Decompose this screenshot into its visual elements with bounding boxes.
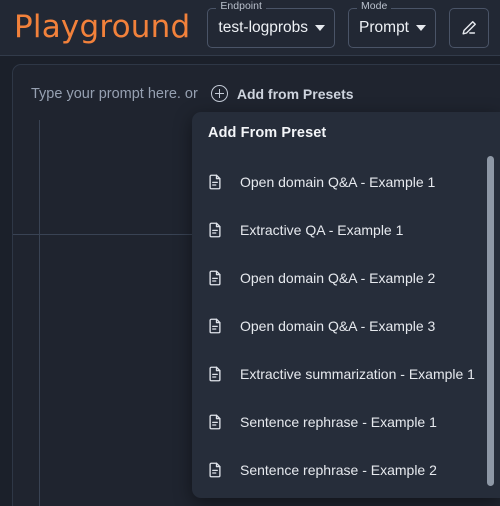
preset-menu-item[interactable]: Open domain Q&A - Example 2 xyxy=(192,254,500,302)
document-icon xyxy=(206,461,224,479)
add-from-presets-label: Add from Presets xyxy=(236,85,354,102)
add-from-presets-button[interactable]: Add from Presets xyxy=(210,85,354,102)
preset-menu-item-label: Open domain Q&A - Example 3 xyxy=(240,318,436,334)
document-icon xyxy=(206,365,224,383)
preset-menu-list: Open domain Q&A - Example 1 Extractive Q… xyxy=(192,154,500,498)
preset-menu-item[interactable]: Extractive summarization - Example 1 xyxy=(192,350,500,398)
endpoint-select[interactable]: Endpoint test-logprobs xyxy=(207,0,336,48)
document-icon xyxy=(206,317,224,335)
mode-select-value: Prompt xyxy=(359,18,409,36)
preset-menu-item-label: Extractive summarization - Example 1 xyxy=(240,366,475,382)
preset-menu-item[interactable]: Sentence rephrase - Example 1 xyxy=(192,398,500,446)
prompt-placeholder-row: Type your prompt here. or Add from Prese… xyxy=(31,85,354,102)
prompt-placeholder-text: Type your prompt here. or xyxy=(31,85,198,102)
preset-menu-item[interactable]: Sentence rephrase - Example 2 xyxy=(192,446,500,494)
endpoint-select-value: test-logprobs xyxy=(218,18,309,36)
mode-select-label: Mode xyxy=(357,0,392,11)
preset-menu-item-label: Open domain Q&A - Example 1 xyxy=(240,174,436,190)
page-title: Playground xyxy=(14,9,191,45)
chevron-down-icon xyxy=(416,24,426,31)
preset-menu-item-label: Sentence rephrase - Example 1 xyxy=(240,414,437,430)
pencil-edit-icon xyxy=(459,18,479,38)
preset-menu-item[interactable]: Open domain Q&A - Example 1 xyxy=(192,158,500,206)
app-header: Playground Endpoint test-logprobs Mode P… xyxy=(0,0,500,56)
preset-menu-scrollbar-thumb[interactable] xyxy=(487,156,494,486)
preset-menu-title: Add From Preset xyxy=(208,125,327,141)
document-icon xyxy=(206,269,224,287)
editor-gutter-rail xyxy=(39,120,40,506)
document-icon xyxy=(206,221,224,239)
endpoint-select-label: Endpoint xyxy=(216,0,266,11)
preset-menu-item[interactable]: Extractive QA - Example 1 xyxy=(192,206,500,254)
document-icon xyxy=(206,413,224,431)
preset-menu-item-label: Open domain Q&A - Example 2 xyxy=(240,270,436,286)
preset-menu-item[interactable]: Open domain Q&A - Example 3 xyxy=(192,302,500,350)
plus-circle-icon xyxy=(210,85,228,102)
mode-select[interactable]: Mode Prompt xyxy=(348,0,436,48)
add-from-preset-menu[interactable]: Add From Preset Open domain Q&A - Exampl… xyxy=(192,112,500,498)
preset-menu-item-label: Sentence rephrase - Example 2 xyxy=(240,462,437,478)
document-icon xyxy=(206,173,224,191)
preset-menu-scrollbar[interactable] xyxy=(487,156,494,486)
edit-button[interactable] xyxy=(449,7,489,48)
preset-menu-item-label: Extractive QA - Example 1 xyxy=(240,222,404,238)
chevron-down-icon xyxy=(315,24,326,31)
